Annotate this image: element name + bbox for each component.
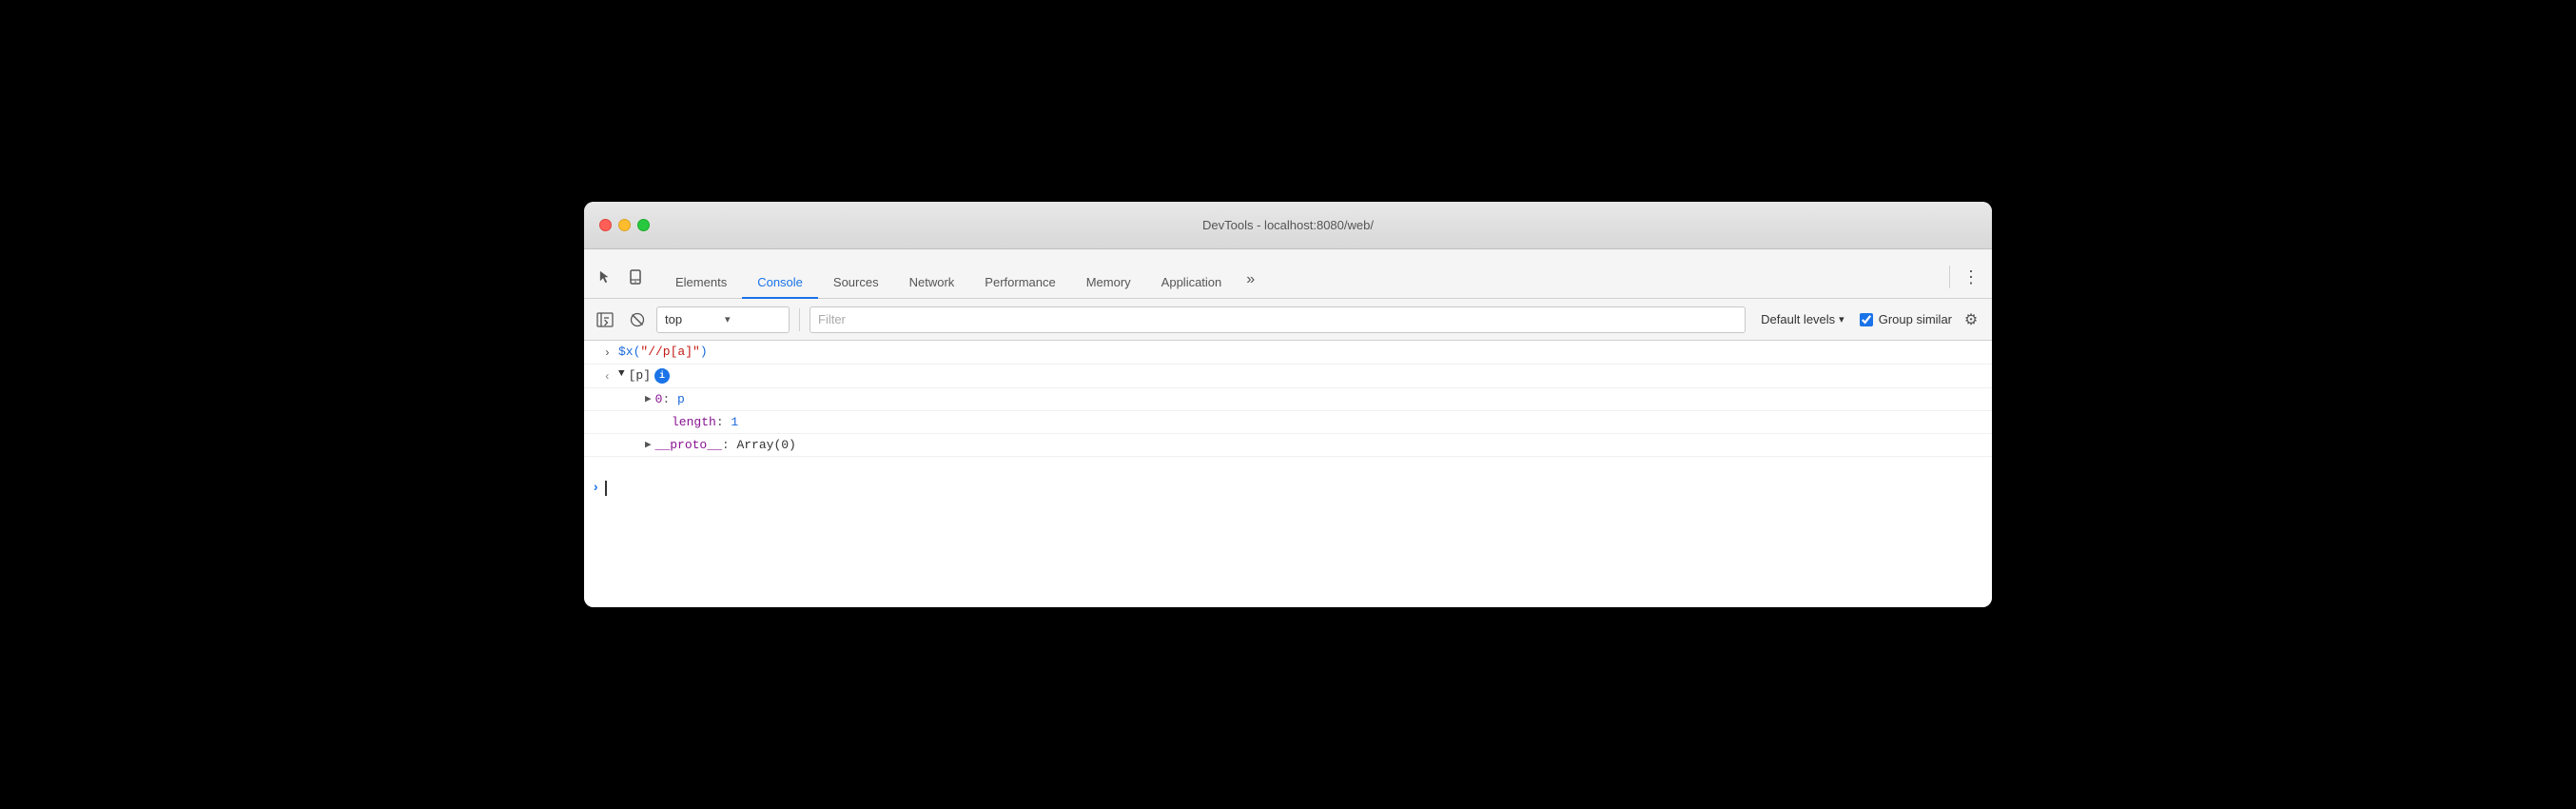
filter-input[interactable] xyxy=(810,306,1746,333)
item-value-0: p xyxy=(677,392,685,406)
code-dollar: $x( xyxy=(618,345,640,359)
tab-elements[interactable]: Elements xyxy=(660,267,742,299)
devtools-menu-button[interactable]: ⋮ xyxy=(1958,264,1984,290)
more-tabs-button[interactable]: » xyxy=(1237,264,1264,298)
proto-value: Array(0) xyxy=(736,438,795,452)
item-key-0: 0 xyxy=(655,392,663,406)
code-paren-close: ) xyxy=(700,345,708,359)
maximize-button[interactable] xyxy=(637,219,650,231)
tab-sources[interactable]: Sources xyxy=(818,267,894,299)
proto-colon: : xyxy=(722,438,737,452)
prop-colon-length: : xyxy=(716,415,732,429)
proto-content: ▶ __proto__ : Array(0) xyxy=(645,438,1984,452)
tab-network[interactable]: Network xyxy=(894,267,970,299)
tab-application[interactable]: Application xyxy=(1146,267,1238,299)
item-colon-0: : xyxy=(662,392,677,406)
gear-symbol: ⚙ xyxy=(1964,310,1978,329)
levels-arrow-icon: ▾ xyxy=(1839,313,1844,326)
mobile-icon[interactable] xyxy=(622,264,649,290)
info-badge-icon: i xyxy=(654,368,670,384)
expand-item-0-arrow[interactable]: ▶ xyxy=(645,392,652,405)
prop-content-length: length : 1 xyxy=(672,415,1984,429)
console-item-0: ▶ 0 : p xyxy=(584,388,1992,411)
tabbar-divider xyxy=(1949,266,1950,288)
input-prompt-icon: › xyxy=(592,481,599,496)
tab-memory[interactable]: Memory xyxy=(1071,267,1146,299)
group-similar-label[interactable]: Group similar xyxy=(1860,312,1952,326)
filter-divider xyxy=(799,308,800,331)
chevron-down-icon: ▾ xyxy=(725,313,781,326)
output-header-content: ▼ [p] i xyxy=(618,368,1984,384)
sidebar-toggle-icon[interactable] xyxy=(592,306,618,333)
tab-performance[interactable]: Performance xyxy=(969,267,1070,299)
item-content-0: ▶ 0 : p xyxy=(645,392,1984,406)
proto-key: __proto__ xyxy=(655,438,722,452)
input-content-1: $x("//p[a]") xyxy=(618,345,1984,359)
minimize-button[interactable] xyxy=(618,219,631,231)
tabbar: Elements Console Sources Network Perform… xyxy=(584,249,1992,299)
levels-label: Default levels xyxy=(1761,312,1835,326)
log-levels-button[interactable]: Default levels ▾ xyxy=(1751,306,1854,333)
console-spacer xyxy=(584,457,1992,472)
expand-proto-arrow[interactable]: ▶ xyxy=(645,438,652,451)
expand-array-arrow[interactable]: ▼ xyxy=(618,368,625,380)
traffic-lights xyxy=(599,219,650,231)
group-similar-checkbox[interactable] xyxy=(1860,313,1873,326)
tabbar-icons xyxy=(592,264,649,298)
window-title: DevTools - localhost:8080/web/ xyxy=(1202,218,1374,232)
context-selector[interactable]: top ▾ xyxy=(656,306,790,333)
cursor-icon[interactable] xyxy=(592,264,618,290)
cursor xyxy=(605,481,607,496)
console-output-header: ‹ ▼ [p] i xyxy=(584,365,1992,388)
code-string-value: "//p[a]" xyxy=(640,345,699,359)
context-value: top xyxy=(665,312,721,326)
clear-console-icon[interactable] xyxy=(624,306,651,333)
settings-icon[interactable]: ⚙ xyxy=(1958,306,1984,333)
proto-gutter xyxy=(618,438,645,440)
tabbar-end: ⋮ xyxy=(1949,264,1984,298)
console-prop-length: length : 1 xyxy=(584,411,1992,434)
devtools-window: DevTools - localhost:8080/web/ Elements … xyxy=(584,202,1992,607)
console-input-line-1: › $x("//p[a]") xyxy=(584,341,1992,365)
close-button[interactable] xyxy=(599,219,612,231)
group-similar-text: Group similar xyxy=(1879,312,1952,326)
console-prompt-line[interactable]: › xyxy=(584,472,1992,504)
prop-key-length: length xyxy=(672,415,716,429)
console-item-proto: ▶ __proto__ : Array(0) xyxy=(584,434,1992,457)
output-back-gutter: ‹ xyxy=(592,368,618,384)
titlebar: DevTools - localhost:8080/web/ xyxy=(584,202,1992,249)
tab-console[interactable]: Console xyxy=(742,267,818,299)
toolbar: top ▾ Default levels ▾ Group similar ⚙ xyxy=(584,299,1992,341)
prop-gutter-length xyxy=(645,415,672,417)
item-gutter-0 xyxy=(618,392,645,394)
input-gutter-1: › xyxy=(592,345,618,360)
array-label: [p] xyxy=(629,368,651,383)
console-area: › $x("//p[a]") ‹ ▼ [p] i ▶ 0 : p xyxy=(584,341,1992,607)
prop-value-length: 1 xyxy=(731,415,738,429)
